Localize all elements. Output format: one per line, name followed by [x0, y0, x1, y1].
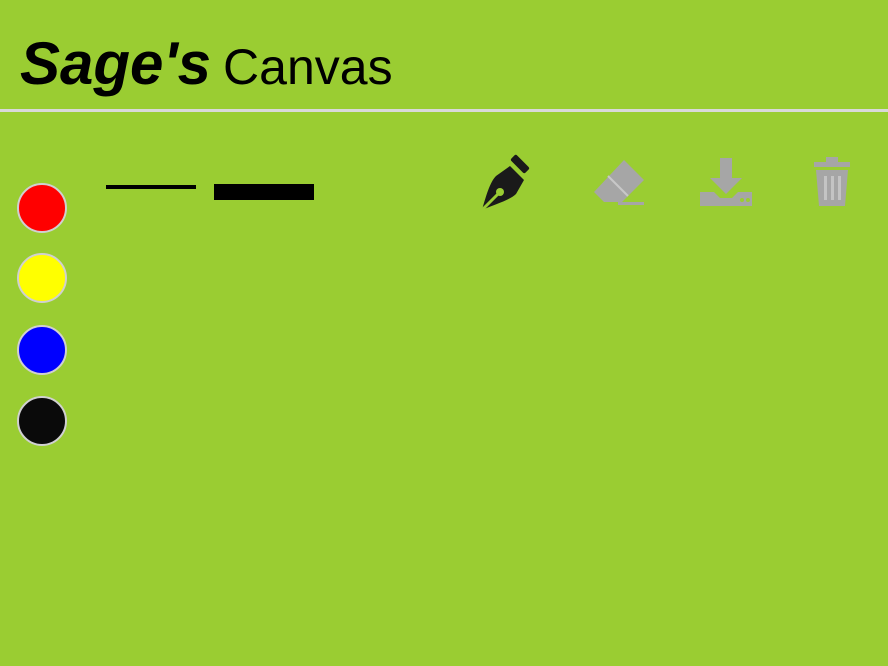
- download-icon: [700, 158, 752, 206]
- pen-tool-button[interactable]: [474, 150, 538, 214]
- app-title: Sage's Canvas: [20, 34, 393, 94]
- color-swatch-yellow[interactable]: [17, 253, 67, 303]
- app-header: Sage's Canvas: [0, 0, 888, 112]
- color-swatch-black[interactable]: [17, 396, 67, 446]
- download-button[interactable]: [694, 150, 758, 214]
- clear-canvas-button[interactable]: [800, 150, 864, 214]
- eraser-tool-button[interactable]: [588, 150, 652, 214]
- pen-nib-icon: [480, 154, 530, 212]
- stroke-width-thin[interactable]: [106, 180, 196, 194]
- app-title-suffix: Canvas: [223, 39, 393, 95]
- color-swatch-red[interactable]: [17, 183, 67, 233]
- eraser-icon: [594, 160, 644, 205]
- trash-icon: [814, 157, 850, 206]
- stroke-width-thick[interactable]: [214, 180, 314, 204]
- app-title-name: Sage's: [20, 30, 212, 97]
- color-swatch-blue[interactable]: [17, 325, 67, 375]
